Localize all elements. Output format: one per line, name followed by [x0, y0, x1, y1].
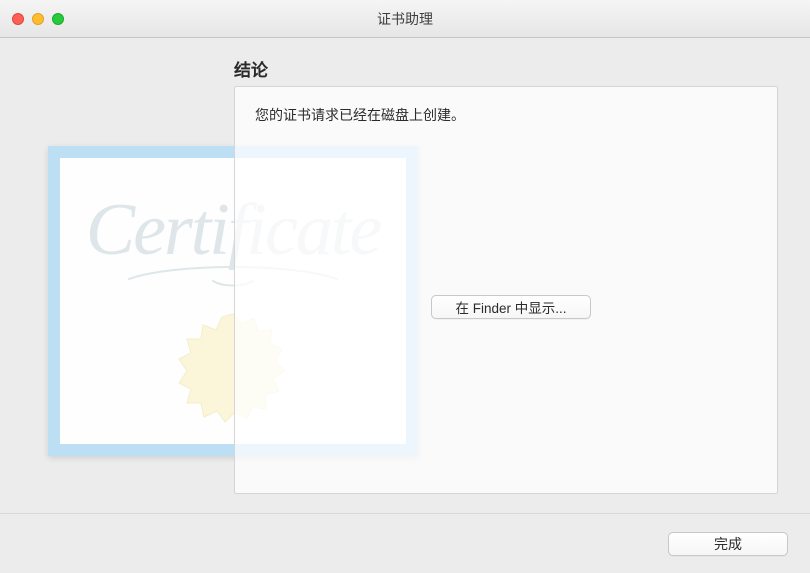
content-area: Certificate 结论 您的证书请求已经在磁盘上创建。 在 Finder … — [0, 38, 810, 573]
window-titlebar: 证书助理 — [0, 0, 810, 38]
done-button[interactable]: 完成 — [668, 532, 788, 556]
bottom-bar: 完成 — [0, 513, 810, 573]
main-panel: 您的证书请求已经在磁盘上创建。 在 Finder 中显示... — [234, 86, 778, 494]
window-controls — [12, 13, 64, 25]
zoom-icon[interactable] — [52, 13, 64, 25]
show-in-finder-button[interactable]: 在 Finder 中显示... — [431, 295, 591, 319]
close-icon[interactable] — [12, 13, 24, 25]
page-heading: 结论 — [234, 56, 268, 81]
window-title: 证书助理 — [0, 9, 810, 29]
minimize-icon[interactable] — [32, 13, 44, 25]
status-message: 您的证书请求已经在磁盘上创建。 — [255, 105, 465, 125]
